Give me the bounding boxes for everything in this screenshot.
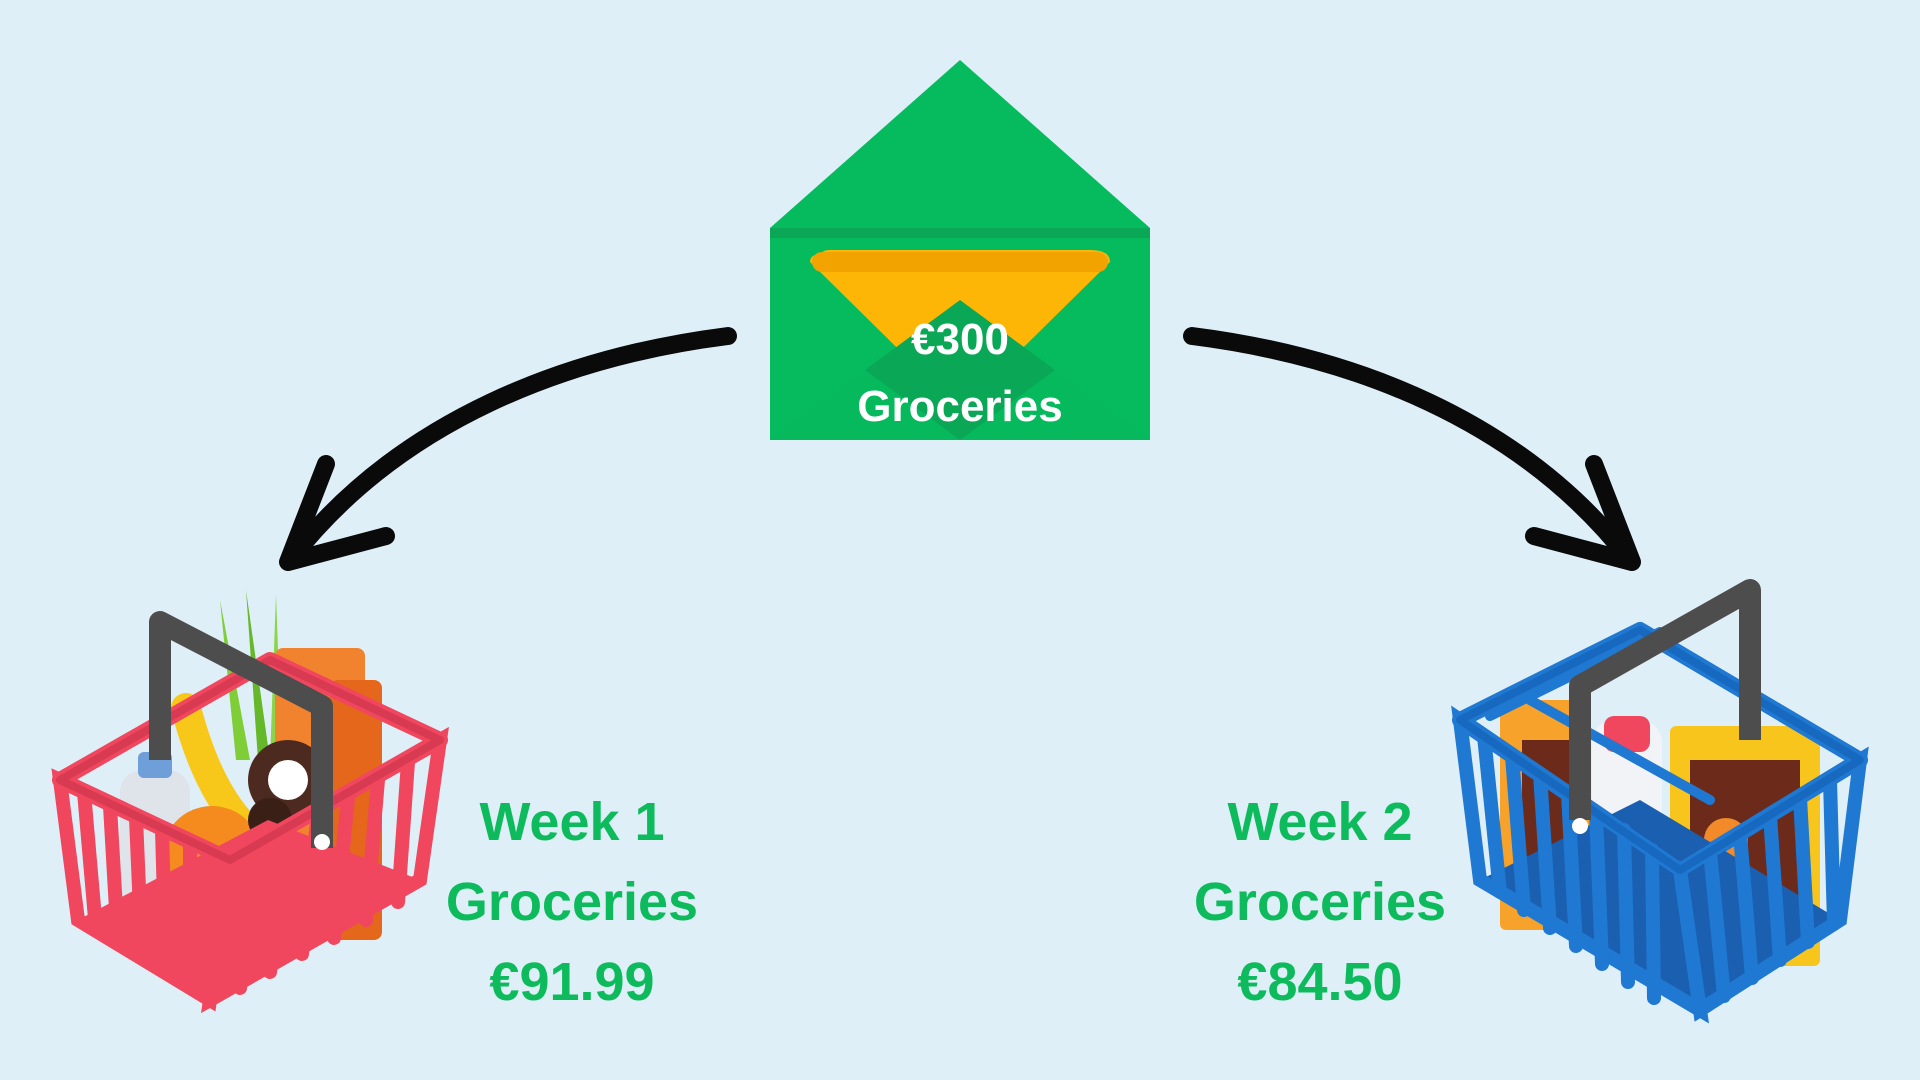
envelope-title: Groceries — [857, 382, 1063, 431]
envelope-inner-shade — [770, 228, 1150, 238]
envelope-top-flap — [770, 60, 1150, 228]
week2-week: Week 2 — [1227, 792, 1413, 852]
diagram-canvas — [51, 60, 1869, 1024]
blue-grocery-basket-icon — [1451, 579, 1869, 1024]
week1-label: Week 1 Groceries €91.99 — [402, 782, 742, 1022]
week2-category: Groceries — [1193, 872, 1447, 932]
red-grocery-basket-icon — [51, 590, 449, 1014]
week2-label: Week 2 Groceries €84.50 — [1150, 782, 1490, 1022]
week1-week: Week 1 — [479, 792, 665, 852]
arrow-to-week1 — [279, 327, 737, 571]
week1-category: Groceries — [445, 872, 699, 932]
arrow-to-week2 — [1183, 327, 1641, 571]
envelope-amount: €300 — [911, 315, 1009, 364]
week2-amount: €84.50 — [1237, 952, 1403, 1012]
week1-amount: €91.99 — [489, 952, 655, 1012]
